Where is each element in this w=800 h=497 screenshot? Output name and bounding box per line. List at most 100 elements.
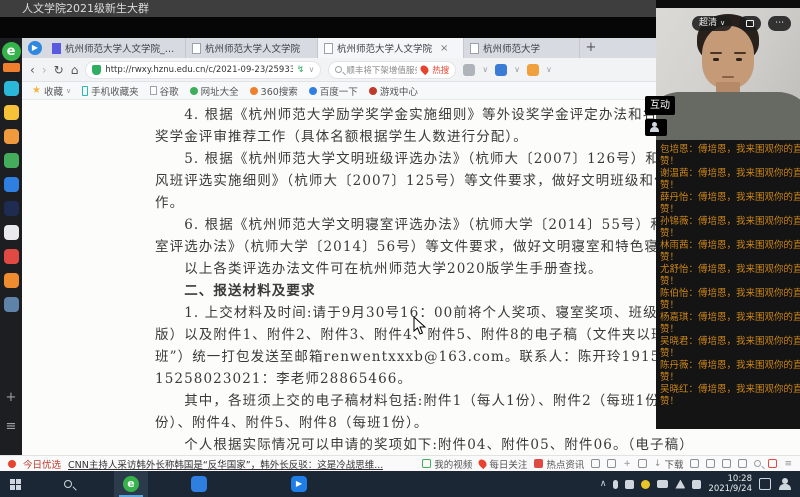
address-bar[interactable]: http://rwxy.hznu.edu.cn/c/2021-09-23/259… (85, 61, 321, 79)
screenshot-dropdown-icon[interactable]: ∨ (482, 65, 488, 74)
bookmark-baidu[interactable]: 百度一下 (309, 84, 358, 98)
camera-icon[interactable] (657, 480, 668, 488)
zoom-search-icon[interactable] (754, 460, 761, 467)
hot-search-label[interactable]: 热搜 (432, 64, 449, 76)
back-button[interactable]: ‹ (30, 59, 35, 81)
interact-tab[interactable]: 互动 (645, 96, 675, 115)
person-mouth (722, 76, 734, 78)
tab-rwxy-1[interactable]: 杭州师范大学人文学院 (186, 38, 318, 58)
mic-tool-icon[interactable] (638, 459, 647, 468)
download-button[interactable]: ↓ 下载 (654, 457, 684, 471)
message-icon[interactable] (722, 459, 731, 468)
start-button[interactable] (0, 471, 30, 497)
extensions-dropdown-icon[interactable]: ∨ (514, 65, 520, 74)
quality-selector[interactable]: 超清 ∨ (692, 16, 732, 31)
livestream-panel: 超清 ∨ ⋯ 互动 包培恩：傅培恩，我来围观你的直播啦，为你点赞！ 谢温茜：傅培… (656, 0, 800, 429)
speaker-icon[interactable] (738, 459, 747, 468)
new-tab-button[interactable]: + (580, 38, 602, 58)
folder-icon[interactable] (690, 459, 699, 468)
home-button[interactable]: ⌂ (71, 59, 79, 81)
url-text[interactable]: http://rwxy.hznu.edu.cn/c/2021-09-23/259… (105, 65, 293, 75)
taskbar-app-browser[interactable]: e (114, 471, 148, 497)
windows-logo-icon (10, 479, 21, 490)
daily-follow-button[interactable]: 每日关注 (479, 457, 527, 471)
bookmark-google[interactable]: 谷歌 (150, 84, 179, 98)
taskbar-app-video[interactable]: ▶ (282, 471, 316, 497)
taskbar-search-button[interactable] (48, 471, 88, 497)
sidebar-app-icon[interactable] (4, 249, 19, 264)
address-dropdown-icon[interactable]: ∨ (308, 65, 314, 74)
printer-icon[interactable] (706, 459, 715, 468)
news-icon (534, 459, 543, 468)
microphone-icon[interactable] (613, 480, 618, 489)
capture-icon[interactable] (607, 459, 616, 468)
security-shield-icon[interactable] (527, 64, 539, 76)
share-screen-icon (746, 20, 754, 27)
network-icon[interactable] (675, 480, 685, 489)
tab-hznu[interactable]: 杭州师范大学 (464, 38, 580, 58)
bookmark-phone-favorites[interactable]: 手机收藏夹 (82, 84, 139, 98)
share-screen-button[interactable] (739, 16, 761, 31)
search-box[interactable]: 顺丰将下架增值服务 热搜 (328, 61, 456, 79)
chat-message: 谢温茜：傅培恩，我来围观你的直播啦，为你点赞！ (660, 168, 800, 191)
sidebar-app-icon[interactable] (4, 273, 19, 288)
red-badge-icon[interactable] (768, 459, 777, 468)
clock-time: 10:28 (708, 474, 752, 484)
screenshot-tool-icon[interactable] (463, 64, 475, 76)
browser-logo-icon[interactable]: e (2, 42, 21, 61)
volume-icon[interactable] (692, 480, 701, 489)
hot-news-button[interactable]: 热点资讯 (534, 457, 584, 471)
session-icon[interactable]: ▶ (28, 41, 42, 55)
forward-button[interactable]: › (42, 59, 47, 81)
sidebar-add-icon[interactable]: + (0, 390, 22, 405)
tab-baidu-search[interactable]: 杭州师范大学人文学院_百度搜... (46, 38, 186, 58)
bookmark-sites[interactable]: 网址大全 (190, 84, 239, 98)
status-menu-icon[interactable]: ≡ (784, 459, 792, 469)
tab-favicon (470, 43, 479, 54)
sidebar-app-icon[interactable] (4, 225, 19, 240)
tab-close-icon[interactable]: × (440, 43, 448, 54)
today-pick-label[interactable]: 今日优选 (23, 457, 61, 471)
security-dropdown-icon[interactable]: ∨ (546, 65, 552, 74)
sidebar-menu-icon[interactable]: ≡ (0, 419, 22, 434)
sidebar-app-icon[interactable] (4, 177, 19, 192)
system-tray: ∧ 10:28 2021/9/24 (600, 474, 800, 494)
more-options-button[interactable]: ⋯ (768, 16, 791, 31)
viewers-icon[interactable] (645, 119, 667, 136)
bookmark-favorites[interactable]: ★ 收藏 ∨ (32, 84, 71, 98)
taskbar-app-messenger[interactable] (182, 471, 216, 497)
notification-icon[interactable] (625, 480, 634, 489)
refresh-button[interactable]: ↻ (54, 59, 64, 81)
sidebar-app-icon[interactable] (4, 297, 19, 312)
security-app-icon[interactable] (641, 480, 650, 489)
bookmark-360-search[interactable]: 360搜索 (250, 84, 298, 98)
action-center-icon[interactable] (759, 478, 771, 490)
more-icon: ⋯ (775, 16, 784, 31)
bookmark-game-center[interactable]: 游戏中心 (369, 84, 418, 98)
promo-badge-icon[interactable] (3, 63, 20, 72)
my-video-button[interactable]: 我的视频 (422, 457, 472, 471)
sidebar-app-icon[interactable] (4, 105, 19, 120)
chat-message-list[interactable]: 包培恩：傅培恩，我来围观你的直播啦，为你点赞！ 谢温茜：傅培恩，我来围观你的直播… (656, 140, 800, 429)
people-icon[interactable] (778, 478, 792, 490)
screen: 人文学院2021级新生大群 e + ≡ ▶ 杭州师范大学人文学院_百度搜... … (0, 0, 800, 497)
site-safety-icon[interactable] (92, 65, 101, 75)
chevron-down-icon: ∨ (66, 87, 71, 95)
download-arrow-icon: ↓ (654, 459, 662, 469)
mouse-cursor (413, 316, 426, 335)
taskbar-clock[interactable]: 10:28 2021/9/24 (708, 474, 752, 494)
sidebar-app-icon[interactable] (4, 153, 19, 168)
news-headline-link[interactable]: CNN主持人采访韩外长称韩国是“反华国家”，韩外长反驳：这是冷战思维... (68, 457, 383, 471)
tab-rwxy-active[interactable]: 杭州师范大学人文学院 × (318, 38, 464, 58)
shield-icon[interactable] (591, 459, 600, 468)
tray-expand-icon[interactable]: ∧ (600, 479, 607, 489)
add-gadget-icon[interactable]: + (623, 459, 631, 469)
chat-message: 陈伯怡：傅培恩，我来围观你的直播啦，为你点赞！ (660, 288, 800, 311)
globe-icon (190, 87, 198, 95)
extensions-grid-icon[interactable] (495, 64, 507, 76)
sidebar-app-icon[interactable] (4, 129, 19, 144)
sidebar-app-icon[interactable] (4, 201, 19, 216)
search-input[interactable]: 顺丰将下架增值服务 (346, 64, 417, 76)
speed-mode-icon[interactable]: ↯ (297, 65, 305, 75)
sidebar-app-icon[interactable] (4, 81, 19, 96)
